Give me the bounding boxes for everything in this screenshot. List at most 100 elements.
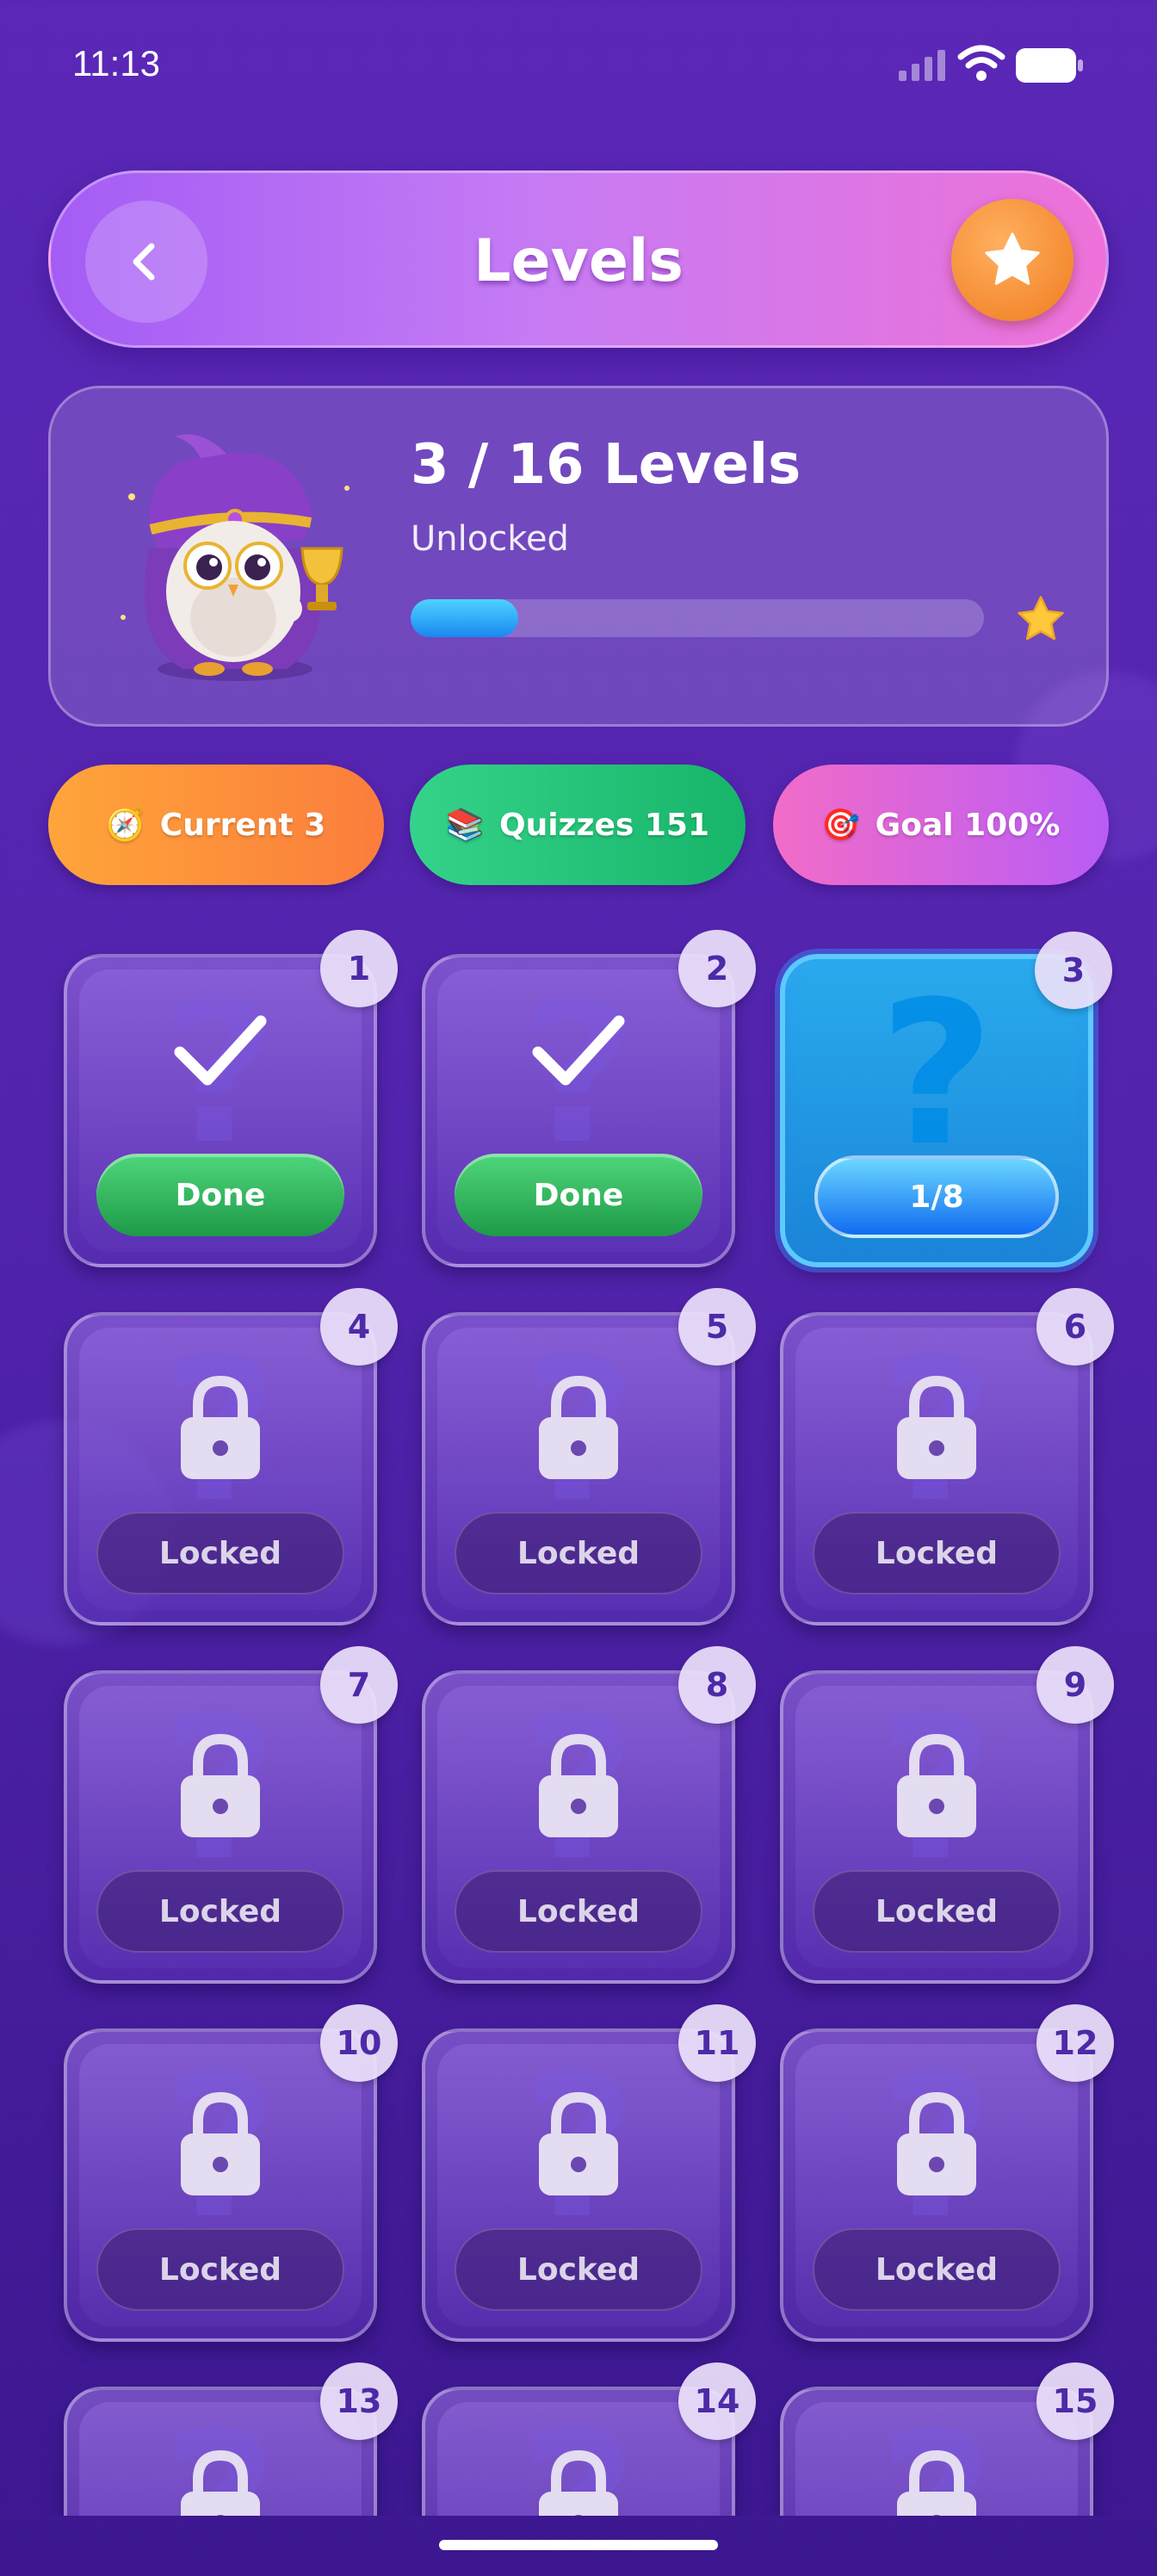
level-status-pill: Locked — [455, 2228, 702, 2311]
level-status-pill: Done — [96, 1154, 344, 1236]
level-number-badge: 11 — [678, 2004, 756, 2082]
lock-icon — [181, 2091, 260, 2195]
level-tile[interactable]: ? 14 — [422, 2362, 756, 2516]
level-tile[interactable]: ? Done 1 — [64, 930, 398, 1267]
progress-card: 3 / 16 Levels Unlocked — [48, 386, 1109, 727]
lock-icon — [897, 1733, 976, 1837]
level-glyph — [783, 1729, 1090, 1858]
star-icon — [985, 232, 1040, 285]
lock-icon — [897, 2091, 976, 2195]
checkmark-icon — [174, 1015, 267, 1086]
level-tile[interactable]: ? 13 — [64, 2362, 398, 2516]
level-glyph — [67, 1012, 374, 1142]
owl-wizard-mascot — [121, 434, 350, 681]
lock-icon — [539, 2449, 618, 2516]
level-glyph — [425, 2087, 732, 2216]
target-icon: 🎯 — [821, 808, 861, 843]
level-number-badge: 1 — [320, 930, 398, 1007]
level-number-badge: 9 — [1036, 1646, 1114, 1724]
back-button[interactable] — [85, 201, 207, 323]
level-number-badge: 8 — [678, 1646, 756, 1724]
level-status-pill: Locked — [96, 2228, 344, 2311]
wifi-icon — [957, 45, 1005, 81]
quizzes-chip[interactable]: 📚 Quizzes 151 — [410, 765, 746, 885]
lock-icon — [539, 2091, 618, 2195]
level-tile[interactable]: ? 15 — [780, 2362, 1114, 2516]
level-status-pill: Locked — [813, 1870, 1061, 1953]
level-glyph — [783, 2087, 1090, 2216]
level-number-badge: 6 — [1036, 1288, 1114, 1365]
level-glyph — [783, 1371, 1090, 1500]
level-status-pill: Locked — [96, 1870, 344, 1953]
levels-unlocked-label: Unlocked — [411, 519, 569, 559]
level-tile[interactable]: ?Locked5 — [422, 1288, 756, 1625]
level-glyph — [67, 2445, 374, 2516]
level-tile[interactable]: ?Locked12 — [780, 2004, 1114, 2342]
level-status-pill: Locked — [96, 1512, 344, 1595]
level-glyph — [425, 1729, 732, 1858]
level-glyph — [67, 2087, 374, 2216]
level-number-badge: 4 — [320, 1288, 398, 1365]
favorites-button[interactable] — [951, 199, 1073, 321]
levels-progress-fill — [411, 599, 518, 637]
chevron-left-icon — [133, 243, 155, 281]
level-glyph — [425, 2445, 732, 2516]
lock-icon — [539, 1733, 618, 1837]
header-bar: Levels — [48, 170, 1109, 348]
level-number-badge: 5 — [678, 1288, 756, 1365]
lock-icon — [181, 1375, 260, 1479]
levels-grid: ?Done1?Done2?1/83?Locked4?Locked5?Locked… — [0, 921, 1157, 2516]
level-tile[interactable]: ?Locked6 — [780, 1288, 1114, 1625]
level-number-badge: 13 — [320, 2362, 398, 2440]
checkmark-icon — [532, 1015, 625, 1086]
question-mark-icon: ? — [879, 960, 994, 1190]
level-glyph — [67, 1371, 374, 1500]
level-number-badge: 2 — [678, 930, 756, 1007]
level-tile[interactable]: ?Locked8 — [422, 1646, 756, 1984]
level-status-pill: Locked — [813, 1512, 1061, 1595]
level-status-pill: Locked — [455, 1512, 702, 1595]
status-bar: 11:13 — [0, 0, 1157, 129]
level-tile[interactable]: ?Locked7 — [64, 1646, 398, 1984]
level-status-pill: Locked — [455, 1870, 702, 1953]
lock-icon — [897, 1375, 976, 1479]
books-icon: 📚 — [445, 808, 485, 843]
level-status-pill: Locked — [813, 2228, 1061, 2311]
lock-icon — [539, 1375, 618, 1479]
quizzes-label: Quizzes 151 — [498, 807, 709, 843]
level-number-badge: 12 — [1036, 2004, 1114, 2082]
battery-icon — [1016, 48, 1083, 83]
current-level-label: Current 3 — [159, 807, 326, 843]
level-tile[interactable]: ? 1/8 3 — [780, 932, 1112, 1267]
level-tile[interactable]: ? Done 2 — [422, 930, 756, 1267]
level-number-badge: 7 — [320, 1646, 398, 1724]
status-time: 11:13 — [72, 43, 160, 84]
page-title: Levels — [473, 227, 684, 295]
level-number-badge: 14 — [678, 2362, 756, 2440]
compass-icon: 🧭 — [106, 808, 145, 843]
lock-icon — [181, 1733, 260, 1837]
level-tile[interactable]: ?Locked4 — [64, 1288, 398, 1625]
level-glyph — [783, 2445, 1090, 2516]
level-glyph — [425, 1371, 732, 1500]
level-tile[interactable]: ?Locked9 — [780, 1646, 1114, 1984]
home-indicator — [439, 2540, 718, 2550]
level-number-badge: 3 — [1035, 932, 1112, 1009]
goal-chip[interactable]: 🎯 Goal 100% — [773, 765, 1109, 885]
current-level-chip[interactable]: 🧭 Current 3 — [48, 765, 384, 885]
goal-label: Goal 100% — [875, 807, 1061, 843]
level-status-pill: 1/8 — [814, 1155, 1059, 1238]
level-number-badge: 15 — [1036, 2362, 1114, 2440]
lock-icon — [181, 2449, 260, 2516]
lock-icon — [897, 2449, 976, 2516]
level-glyph — [67, 1729, 374, 1858]
level-glyph — [425, 1012, 732, 1142]
level-number-badge: 10 — [320, 2004, 398, 2082]
levels-count: 3 / 16 Levels — [411, 433, 801, 497]
star-icon — [1018, 596, 1064, 641]
level-tile[interactable]: ?Locked10 — [64, 2004, 398, 2342]
level-status-pill: Done — [455, 1154, 702, 1236]
signal-icon — [899, 50, 945, 81]
level-tile[interactable]: ?Locked11 — [422, 2004, 756, 2342]
levels-progress-bar — [411, 599, 984, 637]
